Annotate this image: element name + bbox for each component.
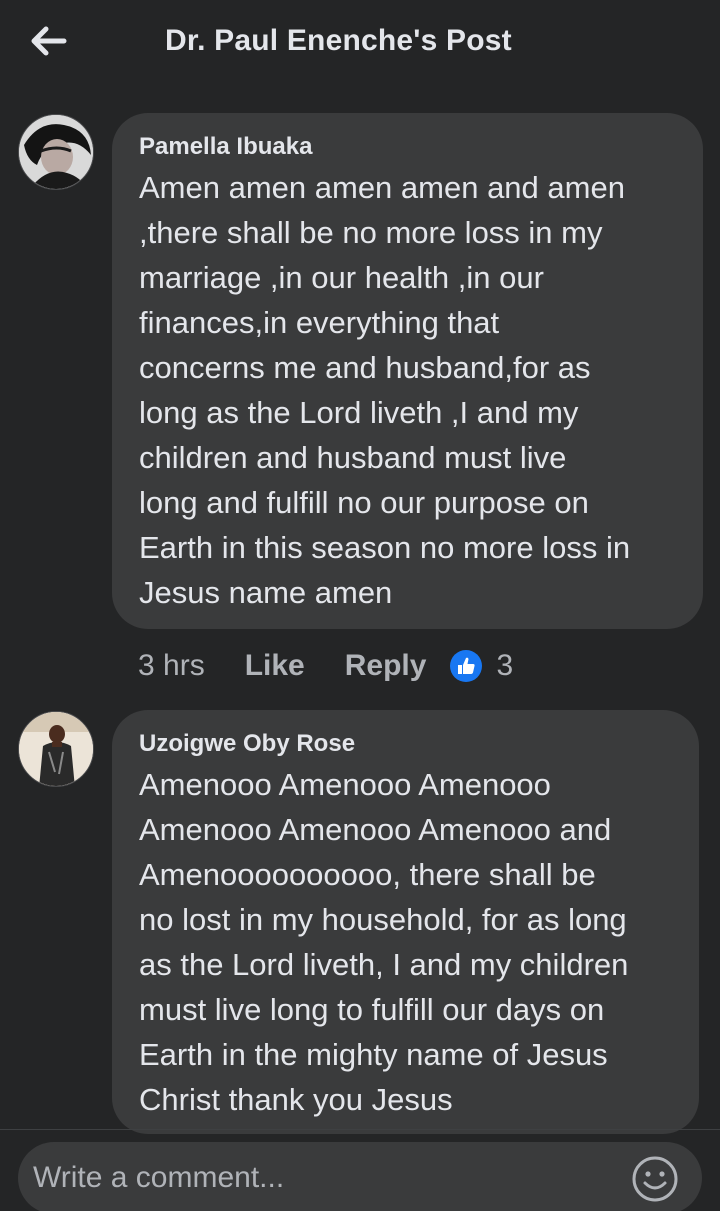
comment-text: Amenooo Amenooo Amenooo Amenooo Amenooo … bbox=[139, 767, 629, 1117]
thumbs-up-icon[interactable] bbox=[450, 650, 483, 682]
comment-bubble: Uzoigwe Oby Rose Amenooo Amenooo Amenooo… bbox=[112, 710, 699, 1134]
comment-timestamp: 3 hrs bbox=[138, 649, 205, 682]
smiley-face-icon bbox=[632, 1156, 678, 1202]
avatar[interactable] bbox=[18, 114, 94, 190]
reply-button[interactable]: Reply bbox=[345, 649, 427, 683]
emoji-button[interactable] bbox=[630, 1154, 680, 1204]
comment-author[interactable]: Pamella Ibuaka bbox=[139, 133, 677, 161]
back-button[interactable] bbox=[28, 24, 68, 58]
comment-text: Amen amen amen amen and amen ,there shal… bbox=[139, 170, 631, 610]
arrow-left-icon bbox=[31, 26, 67, 56]
avatar-photo bbox=[19, 115, 93, 189]
like-button[interactable]: Like bbox=[245, 649, 305, 683]
comment-input[interactable] bbox=[18, 1142, 702, 1211]
post-comments-screen: Dr. Paul Enenche's Post Pamella Ibuaka A… bbox=[0, 0, 720, 1211]
avatar[interactable] bbox=[18, 711, 94, 787]
avatar-photo bbox=[19, 712, 93, 786]
comment-actions: 3 hrs Like Reply 3 bbox=[138, 646, 513, 686]
comment-composer bbox=[0, 1129, 720, 1211]
comment-author[interactable]: Uzoigwe Oby Rose bbox=[139, 730, 673, 758]
top-bar: Dr. Paul Enenche's Post bbox=[0, 0, 720, 90]
reaction-count[interactable]: 3 bbox=[496, 649, 513, 683]
page-title: Dr. Paul Enenche's Post bbox=[165, 24, 512, 57]
comment-bubble: Pamella Ibuaka Amen amen amen amen and a… bbox=[112, 113, 703, 629]
